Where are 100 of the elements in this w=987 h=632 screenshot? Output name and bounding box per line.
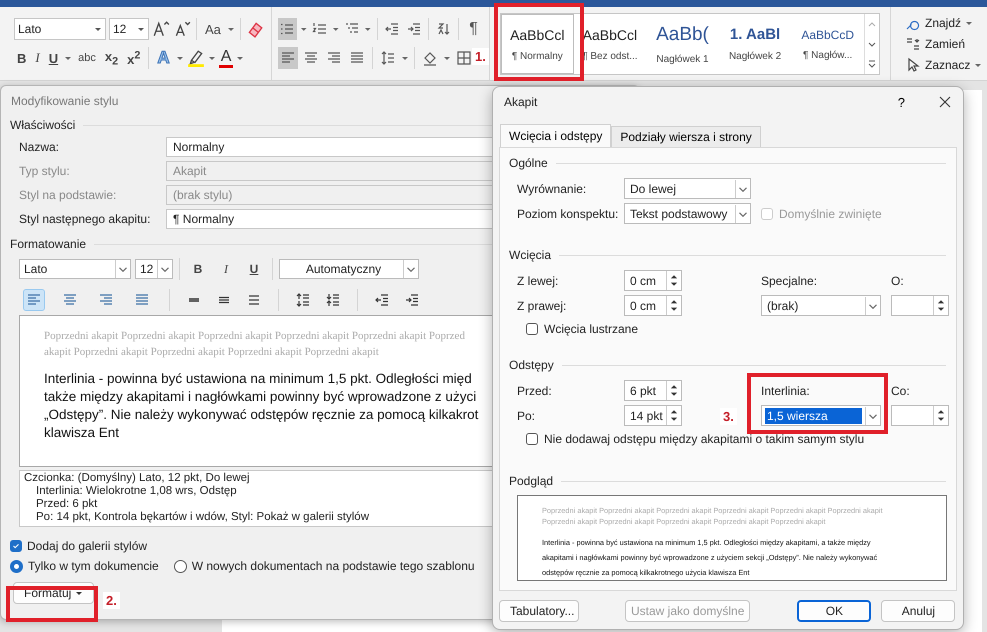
- bullet-list-button[interactable]: [278, 18, 297, 40]
- align-left-button[interactable]: [23, 289, 45, 311]
- indent-by-field[interactable]: [891, 295, 949, 316]
- description-line: Interlinia: Wielokrotne 1,08 wrs, Odstęp: [35, 485, 237, 498]
- field-label: O:: [891, 274, 905, 288]
- caret-icon[interactable]: [208, 54, 216, 62]
- format-button[interactable]: U: [242, 258, 266, 280]
- caret-icon[interactable]: [401, 54, 409, 62]
- checkbox[interactable]: [526, 433, 538, 445]
- alignment-dropdown[interactable]: Do lewej: [624, 178, 751, 199]
- paint-bucket-icon: [422, 50, 438, 66]
- field-label: Z lewej:: [517, 274, 560, 288]
- caret-icon[interactable]: [300, 25, 308, 33]
- caret-icon[interactable]: [236, 54, 244, 62]
- shrink-font-icon[interactable]: [173, 20, 191, 38]
- special-indent-dropdown[interactable]: (brak): [761, 295, 881, 316]
- show-marks-button[interactable]: ¶: [464, 18, 483, 40]
- preview-text: Interlinia - powinna być ustawiona na minimum 1,5 pkt. Odległości międ: [44, 370, 472, 388]
- dropdown-icon[interactable]: [735, 204, 750, 222]
- radio-button[interactable]: [10, 560, 23, 572]
- section-heading: Właściwości: [10, 118, 76, 132]
- dialog-button[interactable]: Tabulatory...: [499, 600, 579, 622]
- sort-icon: [436, 21, 452, 37]
- preview-text: akapit Poprzedni akapit Poprzedni akapit Poprzedni akapit Poprzedni akapit: [44, 345, 379, 360]
- dropdown-icon[interactable]: [403, 260, 418, 278]
- outline-level-dropdown[interactable]: Tekst podstawowy: [624, 203, 751, 224]
- field-label: Przed:: [517, 384, 553, 398]
- font-size-field[interactable]: 12: [109, 18, 149, 40]
- font-size-field[interactable]: 12: [135, 259, 173, 279]
- step-number: 3.: [720, 408, 737, 425]
- font-name-field[interactable]: Lato: [14, 18, 106, 40]
- dropdown-icon[interactable]: [735, 180, 750, 198]
- color-button[interactable]: A: [218, 48, 234, 68]
- radio-button[interactable]: [174, 560, 187, 572]
- tab[interactable]: Podziały wiersza i strony: [611, 126, 761, 147]
- caret-icon[interactable]: [64, 54, 72, 62]
- dropdown-icon[interactable]: [865, 406, 880, 424]
- space-before-field[interactable]: 6 pkt: [624, 380, 682, 401]
- caret-icon[interactable]: [176, 54, 184, 62]
- caret-icon: [137, 25, 145, 33]
- style-item[interactable]: AaBb( Nagłówek 1: [646, 14, 719, 74]
- change-case-button[interactable]: Aa: [202, 18, 224, 40]
- style-item[interactable]: AaBbCcD ¶ Nagłów...: [791, 14, 864, 74]
- caret-icon[interactable]: [226, 25, 235, 33]
- dropdown-icon[interactable]: [157, 260, 172, 278]
- step-number: 1.: [472, 48, 489, 65]
- find-button[interactable]: Znajdź: [905, 14, 982, 32]
- radio-label: Tylko w tym dokumencie: [28, 559, 159, 573]
- style-item[interactable]: AaBbCcl ¶ Normalny: [501, 14, 574, 74]
- section-heading: Podgląd: [509, 474, 554, 488]
- style-item[interactable]: 1. AaBl Nagłówek 2: [718, 14, 792, 74]
- radio-label: W nowych dokumentach na podstawie tego szablonu: [192, 559, 475, 573]
- field-label: Po:: [517, 408, 536, 422]
- right-indent-field[interactable]: 0 cm: [624, 295, 682, 316]
- highlighter-icon[interactable]: [186, 49, 205, 67]
- bullet-list-icon: [279, 21, 296, 37]
- font-color-field[interactable]: Automatyczny: [279, 259, 419, 279]
- spacing-down-icon[interactable]: [325, 292, 341, 308]
- font-name-field[interactable]: Lato: [19, 259, 131, 279]
- close-icon[interactable]: [939, 96, 951, 108]
- italic-button[interactable]: I: [32, 47, 43, 69]
- help-button[interactable]: ?: [892, 94, 911, 110]
- increase-indent-icon: [406, 21, 422, 37]
- section-heading: Formatowanie: [10, 237, 86, 251]
- line-spacing-at-field[interactable]: [891, 405, 949, 426]
- strike-button[interactable]: abc: [75, 47, 99, 69]
- caret-icon[interactable]: [332, 25, 340, 33]
- description-line: Przed: 6 pkt: [35, 498, 98, 511]
- caret-icon: [75, 589, 84, 597]
- eraser-icon[interactable]: [246, 20, 264, 38]
- increase-indent-icon[interactable]: [404, 292, 420, 308]
- checkbox-label: Domyślnie zwinięte: [779, 206, 882, 220]
- align-left-button[interactable]: [278, 47, 298, 69]
- select-button[interactable]: Zaznacz: [905, 56, 982, 74]
- checkbox[interactable]: [526, 323, 538, 335]
- grow-font-icon[interactable]: [152, 20, 170, 38]
- left-indent-field[interactable]: 0 cm: [624, 270, 682, 291]
- underline-button[interactable]: U: [46, 47, 62, 69]
- caret-icon[interactable]: [443, 54, 451, 62]
- decrease-indent-icon: [384, 21, 400, 37]
- decrease-indent-icon[interactable]: [374, 292, 390, 308]
- space-after-field[interactable]: 14 pkt: [624, 405, 682, 426]
- field-label: Co:: [891, 384, 911, 398]
- dialog-button[interactable]: OK: [797, 600, 872, 622]
- dialog-button[interactable]: Anuluj: [881, 600, 956, 622]
- bold-button[interactable]: B: [14, 47, 30, 69]
- preview-text: także między akapitami i nagłówkami powinny być wprowadzone z użyci: [44, 388, 476, 406]
- caret-icon[interactable]: [364, 25, 372, 33]
- subscript-button[interactable]: x$_{2}$: [102, 47, 122, 69]
- line-spacing-dropdown[interactable]: 1,5 wiersza: [761, 405, 881, 426]
- checkbox[interactable]: [10, 540, 22, 552]
- format-button[interactable]: B: [186, 258, 210, 280]
- replace-button[interactable]: Zamień: [905, 34, 982, 52]
- tab[interactable]: Wcięcia i odstępy: [500, 124, 612, 147]
- superscript-button[interactable]: x$^{2}$: [124, 47, 144, 69]
- section-heading: Odstępy: [509, 358, 554, 372]
- format-button[interactable]: I: [214, 258, 238, 280]
- spacing-up-icon[interactable]: [295, 292, 311, 308]
- dropdown-icon[interactable]: [115, 260, 130, 278]
- dropdown-icon[interactable]: [865, 296, 880, 314]
